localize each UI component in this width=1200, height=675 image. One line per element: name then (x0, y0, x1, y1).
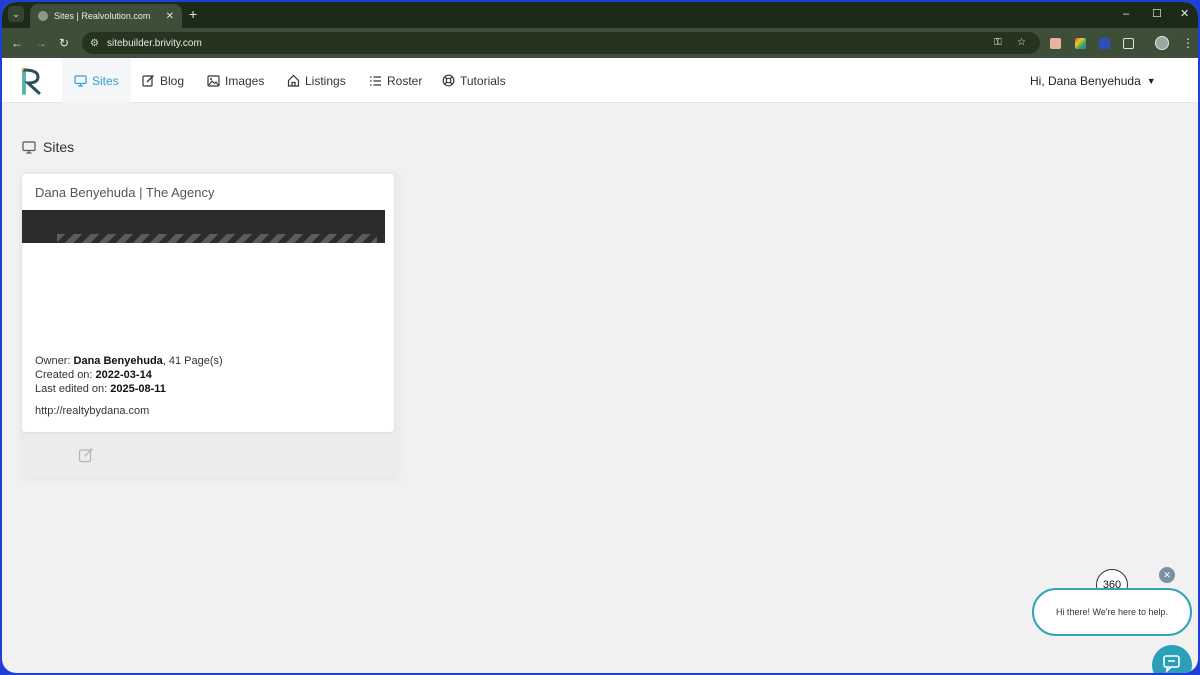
monitor-icon (74, 74, 87, 87)
tab-title: Sites | Realvolution.com (54, 11, 151, 21)
site-info-icon[interactable]: ⚙ (90, 38, 99, 49)
chat-greeting-text: Hi there! We're here to help. (1055, 607, 1169, 617)
site-card[interactable]: Dana Benyehuda | The Agency Owner: Dana … (22, 174, 394, 432)
home-icon (287, 74, 300, 87)
chat-greeting-bubble[interactable]: Hi there! We're here to help. (1032, 588, 1192, 636)
extension-icon[interactable] (1075, 38, 1086, 49)
bookmark-star-icon[interactable]: ☆ (1017, 32, 1026, 54)
extension-icon[interactable] (1099, 38, 1110, 49)
back-icon[interactable]: ← (11, 35, 23, 51)
nav-listings[interactable]: Listings (275, 58, 358, 103)
edited-line: Last edited on: 2025-08-11 (35, 382, 223, 396)
minimize-button[interactable]: – (1123, 6, 1129, 22)
created-label: Created on: (35, 369, 93, 381)
chat-launcher-button[interactable] (1152, 645, 1192, 673)
owner-label: Owner: (35, 355, 71, 367)
browser-tab[interactable]: Sites | Realvolution.com ✕ (30, 4, 182, 28)
edit-icon[interactable] (78, 447, 94, 463)
chevron-down-icon: ⌄ (12, 9, 20, 19)
owner-name: Dana Benyehuda (73, 355, 163, 367)
close-icon[interactable]: ✕ (166, 11, 174, 22)
maximize-button[interactable]: ☐ (1152, 6, 1162, 22)
extension-icon[interactable] (1050, 38, 1061, 49)
nav-roster-label: Roster (387, 73, 423, 88)
edited-date: 2025-08-11 (110, 383, 166, 395)
page-title-text: Sites (43, 139, 75, 155)
nav-images[interactable]: Images (195, 58, 276, 103)
nav-images-label: Images (225, 73, 265, 88)
new-tab-button[interactable]: + (189, 6, 197, 22)
reload-icon[interactable]: ↻ (59, 35, 69, 51)
thumbnail-pattern (57, 234, 377, 243)
app-navbar: Sites Blog Images Listings Roster Tutori… (2, 58, 1198, 103)
nav-blog-label: Blog (160, 73, 185, 88)
site-meta: Owner: Dana Benyehuda, 41 Page(s) Create… (35, 354, 223, 396)
caret-down-icon: ▼ (1146, 75, 1156, 86)
forward-icon[interactable]: → (35, 35, 47, 51)
browser-toolbar: ← → ↻ ⚙ sitebuilder.brivity.com ⚿ ☆ ⋮ (2, 28, 1198, 58)
image-icon (207, 74, 220, 87)
edited-label: Last edited on: (35, 383, 108, 395)
site-url[interactable]: http://realtybydana.com (35, 405, 149, 417)
browser-window: ⌄ Sites | Realvolution.com ✕ + – ☐ ✕ ← →… (2, 2, 1198, 673)
nav-listings-label: Listings (305, 73, 346, 88)
password-key-icon[interactable]: ⚿ (994, 32, 1002, 54)
site-card-title: Dana Benyehuda | The Agency (35, 185, 215, 200)
url-text: sitebuilder.brivity.com (106, 37, 202, 49)
monitor-icon (22, 140, 36, 154)
close-window-button[interactable]: ✕ (1180, 6, 1189, 22)
created-line: Created on: 2022-03-14 (35, 368, 223, 382)
created-date: 2022-03-14 (95, 369, 152, 381)
nav-sites-label: Sites (92, 73, 119, 88)
user-greeting: Hi, Dana Benyehuda (1030, 73, 1141, 88)
nav-tutorials-label: Tutorials (460, 73, 506, 88)
page-title: Sites (22, 139, 74, 155)
puzzle-icon[interactable] (1123, 38, 1134, 49)
profile-avatar[interactable] (1155, 36, 1169, 50)
page-count: , 41 Page(s) (162, 355, 223, 367)
nav-blog[interactable]: Blog (130, 58, 196, 103)
edit-icon (142, 75, 154, 87)
brand-logo[interactable] (20, 66, 44, 96)
tab-search-button[interactable]: ⌄ (8, 6, 24, 22)
owner-line: Owner: Dana Benyehuda, 41 Page(s) (35, 354, 223, 368)
nav-tutorials[interactable]: Tutorials (430, 58, 518, 103)
favicon-icon (38, 11, 48, 21)
more-menu-icon[interactable]: ⋮ (1182, 35, 1194, 51)
nav-sites[interactable]: Sites (62, 58, 131, 103)
address-bar[interactable]: ⚙ sitebuilder.brivity.com ⚿ ☆ (82, 32, 1040, 54)
nav-roster[interactable]: Roster (357, 58, 434, 103)
tab-strip: ⌄ Sites | Realvolution.com ✕ + – ☐ ✕ (2, 2, 1198, 28)
list-icon (370, 75, 381, 86)
user-menu[interactable]: Hi, Dana Benyehuda ▼ (1030, 58, 1156, 103)
plus-icon: + (189, 6, 198, 22)
lifebuoy-icon (442, 74, 455, 87)
close-icon[interactable]: ✕ (1159, 567, 1175, 583)
chat-icon (1163, 655, 1180, 673)
site-thumbnail[interactable] (22, 210, 385, 243)
